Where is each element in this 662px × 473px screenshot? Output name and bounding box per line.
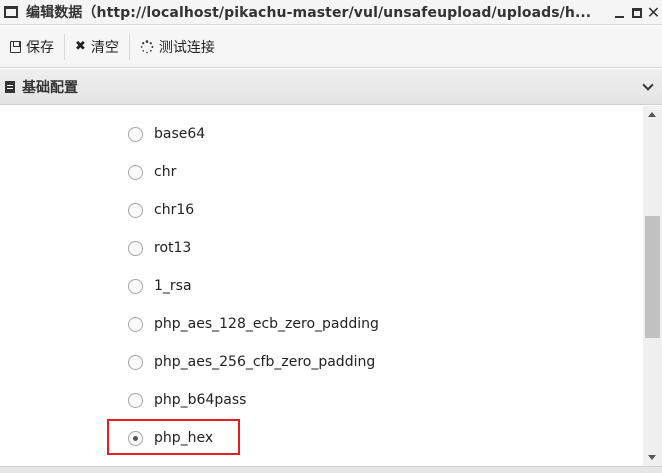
radio-button[interactable] [128, 354, 143, 370]
encoder-list: base64 chr chr16 rot13 1_rsa php_aes_128… [0, 106, 643, 466]
radio-option[interactable]: rot13 [128, 238, 191, 258]
radio-label: 1_rsa [154, 278, 192, 294]
chevron-down-icon[interactable] [642, 79, 654, 91]
section-title: 基础配置 [22, 79, 78, 96]
radio-button[interactable] [128, 392, 143, 408]
scrollbar-thumb[interactable] [645, 216, 660, 338]
toolbar: 保存 ✖ 清空 测试连接 [0, 26, 662, 68]
radio-label: base64 [154, 126, 206, 142]
document-icon [5, 80, 15, 93]
minimize-icon [615, 15, 624, 18]
radio-option[interactable]: php_aes_256_cfb_zero_padding [128, 352, 375, 372]
radio-button[interactable] [128, 164, 143, 180]
save-button[interactable]: 保存 [0, 34, 64, 60]
scroll-down-icon[interactable] [648, 455, 656, 460]
window-controls: ✕ [611, 0, 662, 25]
save-label: 保存 [26, 39, 54, 56]
radio-label: php_b64pass [154, 392, 247, 408]
save-icon [10, 40, 21, 53]
radio-button[interactable] [128, 316, 143, 332]
highlight-box [107, 419, 240, 455]
radio-option[interactable]: 1_rsa [128, 276, 192, 296]
clear-button[interactable]: ✖ 清空 [65, 34, 129, 60]
radio-label: chr16 [154, 202, 195, 218]
radio-button[interactable] [128, 202, 143, 218]
clear-label: 清空 [90, 39, 119, 56]
close-button[interactable]: ✕ [645, 3, 662, 23]
maximize-button[interactable] [628, 3, 645, 23]
title-bar: 编辑数据（http://localhost/pikachu-master/vul… [0, 0, 662, 25]
maximize-icon [631, 7, 642, 18]
radio-option[interactable]: base64 [128, 124, 205, 144]
radio-button[interactable] [128, 278, 143, 294]
radio-option[interactable]: php_aes_128_ecb_zero_padding [128, 314, 379, 334]
window-icon [4, 6, 18, 18]
spinner-icon [140, 39, 154, 54]
close-icon: ✕ [646, 2, 661, 22]
minimize-button[interactable] [611, 3, 628, 23]
radio-option[interactable]: chr [128, 162, 176, 182]
radio-button[interactable] [128, 240, 143, 256]
basic-config-header[interactable]: 基础配置 [0, 69, 662, 105]
window-title: 编辑数据（http://localhost/pikachu-master/vul… [26, 5, 592, 21]
scroll-up-icon[interactable] [648, 112, 656, 117]
test-connection-button[interactable]: 测试连接 [130, 34, 225, 60]
radio-label: rot13 [154, 240, 192, 256]
radio-option[interactable]: php_b64pass [128, 390, 246, 410]
radio-label: php_aes_256_cfb_zero_padding [154, 354, 376, 370]
vertical-scrollbar[interactable] [643, 106, 662, 466]
radio-label: chr [154, 164, 177, 180]
radio-option[interactable]: chr16 [128, 200, 194, 220]
test-connection-label: 测试连接 [158, 39, 215, 56]
bottom-border [0, 466, 662, 473]
radio-label: php_aes_128_ecb_zero_padding [154, 316, 379, 332]
close-icon: ✖ [75, 39, 86, 54]
radio-button[interactable] [128, 126, 143, 142]
